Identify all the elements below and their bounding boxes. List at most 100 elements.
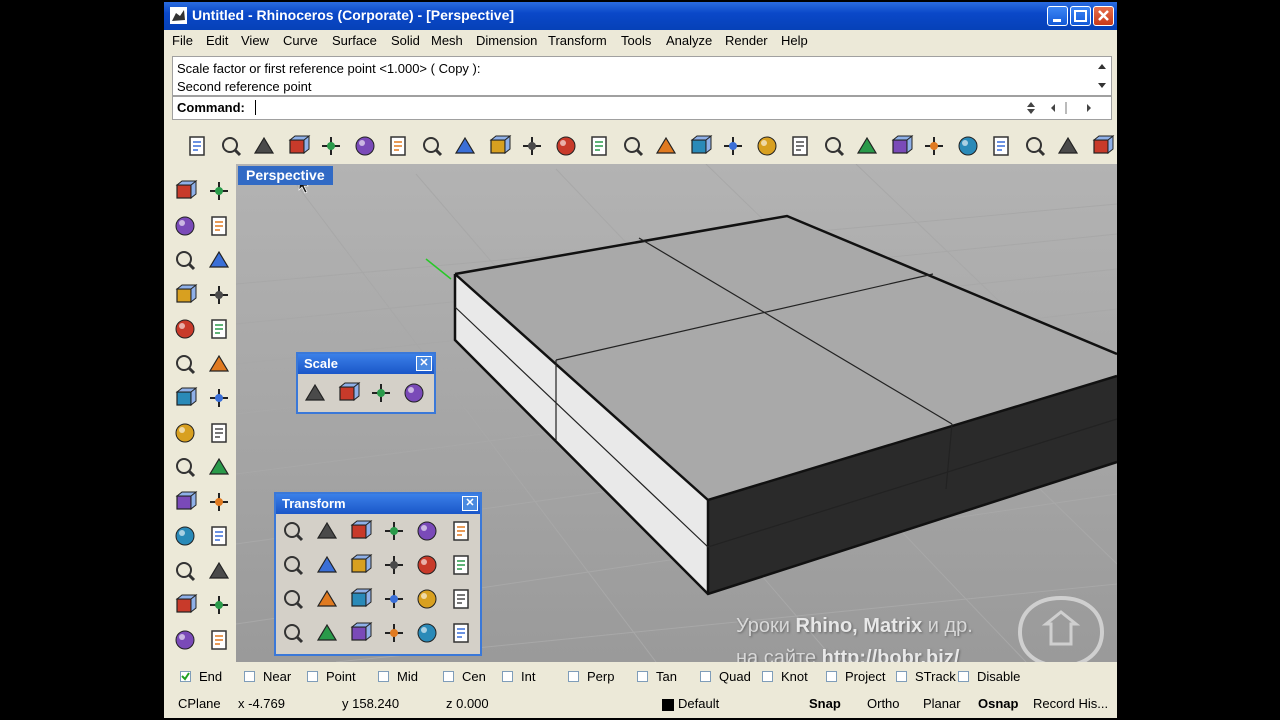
status-osnap-toggle[interactable]: Osnap [978,696,1018,711]
cut-icon[interactable] [352,133,378,159]
menu-analyze[interactable]: Analyze [666,33,712,48]
circle-icon[interactable] [172,247,198,273]
fillet-curve-icon[interactable] [206,316,232,342]
sphere-render-icon[interactable] [1089,133,1115,159]
wave-icon[interactable] [381,620,407,646]
taper-icon[interactable] [314,586,340,612]
array-tool[interactable] [172,627,198,653]
menu-surface[interactable]: Surface [332,33,377,48]
osnap-knot[interactable]: Knot [762,669,808,684]
viewport-tab-perspective[interactable]: Perspective [238,166,333,185]
cplane-icon[interactable] [821,133,847,159]
join-icon[interactable] [206,523,232,549]
zoom-button[interactable] [553,133,579,159]
split-tool[interactable] [206,489,232,515]
status-layer[interactable]: Default [678,696,719,711]
zoom-window-icon[interactable] [586,133,612,159]
align-vertical-button[interactable] [381,586,407,612]
sphere-shade-button[interactable] [1055,133,1081,159]
pan-hand-icon[interactable] [486,133,512,159]
scale-nu-button[interactable] [401,380,427,406]
menu-tools[interactable]: Tools [621,33,651,48]
color-wheel-button[interactable] [988,133,1014,159]
transform-panel-header[interactable]: Transform ✕ [276,494,480,514]
scale-1d-icon[interactable] [368,380,394,406]
flip-icon[interactable] [448,518,474,544]
transform-toolbar-panel[interactable]: Transform ✕ [274,492,482,656]
osnap-checkbox[interactable] [762,671,773,682]
car-render-icon[interactable] [754,133,780,159]
offset-icon[interactable] [414,552,440,578]
rotate-view-icon[interactable] [687,133,713,159]
status-cplane[interactable]: CPlane [178,696,221,711]
minimize-button[interactable] [1047,6,1068,26]
dimension-icon[interactable] [206,592,232,618]
join-tool[interactable] [206,523,232,549]
osnap-perp[interactable]: Perp [568,669,614,684]
rectangle-tool[interactable] [206,282,232,308]
grid-array-button[interactable] [448,552,474,578]
lock-icon[interactable] [921,133,947,159]
move-view-icon[interactable] [519,133,545,159]
osnap-checkbox[interactable] [637,671,648,682]
command-history[interactable]: Scale factor or first reference point <1… [172,56,1112,96]
perspective-viewport[interactable]: Perspective Scale ✕ Transform ✕ Уроки Rh… [236,164,1117,662]
scale-3d-button[interactable] [302,380,328,406]
sphere-wire-icon[interactable] [1022,133,1048,159]
array-curve-icon[interactable] [347,586,373,612]
scale-3d-icon[interactable] [414,518,440,544]
rebuild-tool[interactable] [172,558,198,584]
pan-hand-button[interactable] [486,133,512,159]
osnap-mid[interactable]: Mid [378,669,418,684]
osnap-checkbox[interactable] [244,671,255,682]
bend-button[interactable] [381,552,407,578]
mirror-vertical-icon[interactable] [414,586,440,612]
mirror-button[interactable] [381,518,407,544]
osnap-checkbox[interactable] [443,671,454,682]
light-bulb-button[interactable] [888,133,914,159]
scale-2d-button[interactable] [335,380,361,406]
paste-special-icon[interactable] [318,133,344,159]
sweep-icon[interactable] [206,420,232,446]
scale-2d-icon[interactable] [335,380,361,406]
layer-icon[interactable] [955,133,981,159]
skew-button[interactable] [347,620,373,646]
surface-icon[interactable] [172,351,198,377]
select-tool[interactable] [172,178,198,204]
fillet-icon[interactable] [206,558,232,584]
polyline-icon[interactable] [172,213,198,239]
point-tool[interactable] [206,178,232,204]
menu-view[interactable]: View [241,33,269,48]
mesh-tool[interactable] [172,454,198,480]
print-icon[interactable] [285,133,311,159]
osnap-point[interactable]: Point [307,669,356,684]
sphere-shade-icon[interactable] [1055,133,1081,159]
osnap-strack[interactable]: STrack [896,669,956,684]
skew-icon[interactable] [347,620,373,646]
ellipse-icon[interactable] [206,247,232,273]
zoom-selected-icon[interactable] [653,133,679,159]
mirror-vertical-button[interactable] [414,586,440,612]
layer-button[interactable] [955,133,981,159]
align-vertical-icon[interactable] [381,586,407,612]
move-icon[interactable] [280,518,306,544]
light-bulb-icon[interactable] [888,133,914,159]
scale-nu-icon[interactable] [401,380,427,406]
twist-2-icon[interactable] [314,620,340,646]
menu-dimension[interactable]: Dimension [476,33,537,48]
osnap-disable[interactable]: Disable [958,669,1020,684]
command-line[interactable]: Command: [172,96,1112,120]
split-icon[interactable] [206,489,232,515]
four-viewports-icon[interactable] [720,133,746,159]
cylinder-tool[interactable] [172,420,198,446]
open-button[interactable] [218,133,244,159]
project-icon[interactable] [448,620,474,646]
flow-icon[interactable] [448,586,474,612]
array-icon[interactable] [347,518,373,544]
scale-panel-header[interactable]: Scale ✕ [298,354,434,374]
paste-special-button[interactable] [318,133,344,159]
zoom-window-button[interactable] [586,133,612,159]
explode-tool[interactable] [206,454,232,480]
osnap-end[interactable]: End [180,669,222,684]
osnap-near[interactable]: Near [244,669,291,684]
